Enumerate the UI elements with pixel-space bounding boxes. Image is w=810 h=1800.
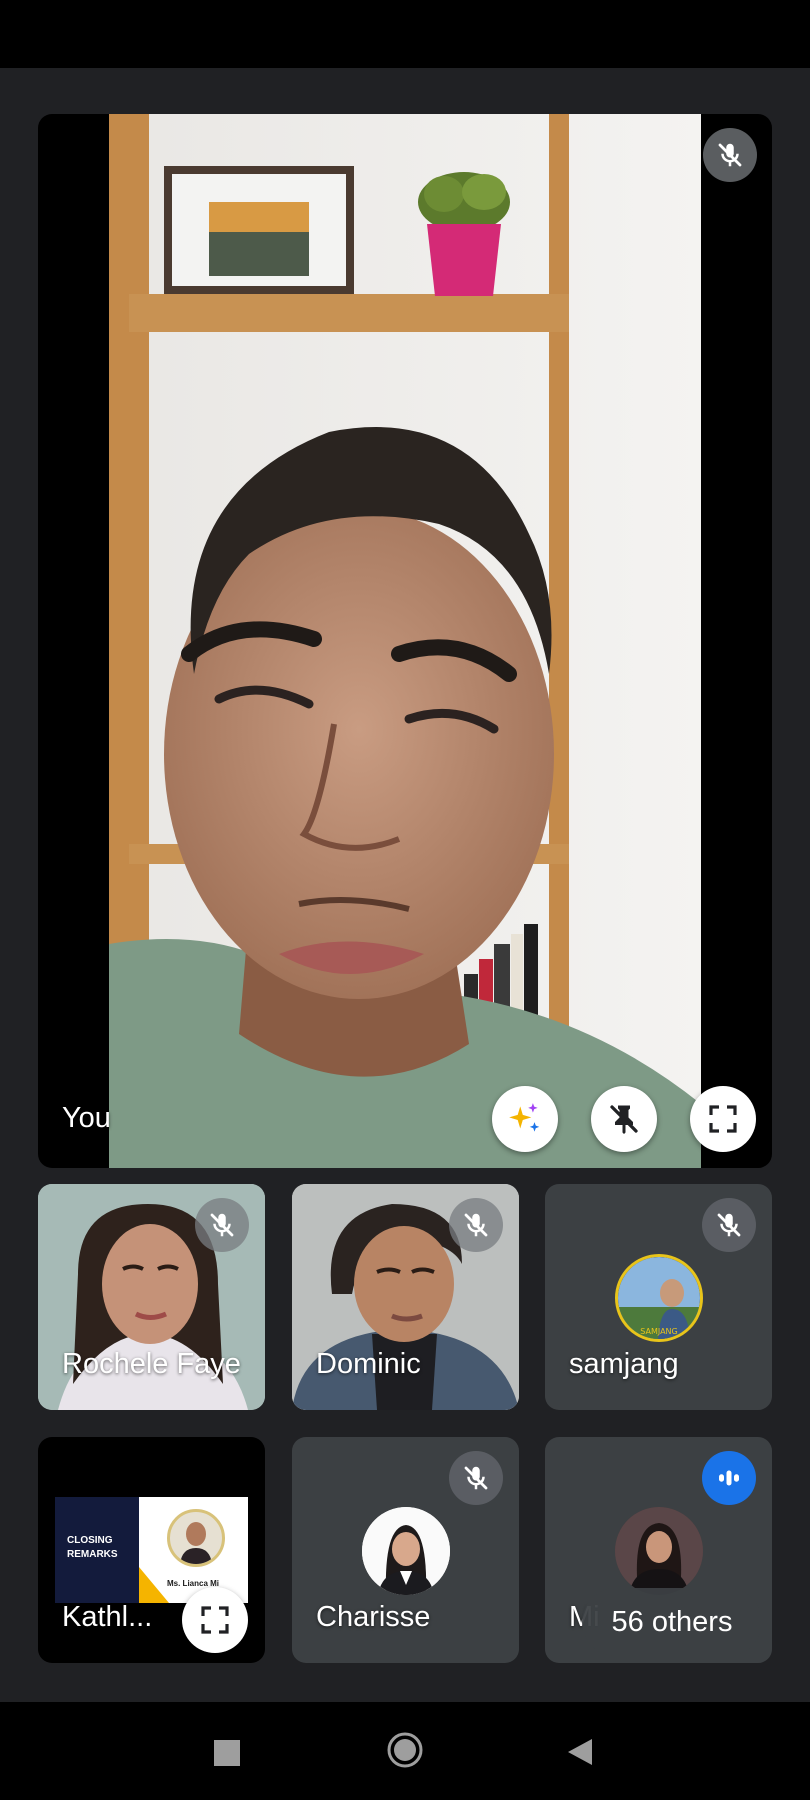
participant-name: Kathl... — [62, 1601, 153, 1633]
mic-off-icon — [464, 1213, 488, 1237]
presentation-fullscreen-button[interactable] — [182, 1587, 248, 1653]
sparkle-effects-icon — [509, 1103, 540, 1132]
participant-mic-off-indicator — [449, 1198, 503, 1252]
visual-effects-button[interactable] — [492, 1086, 558, 1152]
slide-title-panel: CLOSING REMARKS — [55, 1497, 139, 1603]
participant-tile-rochele-faye[interactable]: Rochele Faye — [38, 1184, 265, 1410]
unpin-icon — [610, 1105, 638, 1134]
slide-title-line2: REMARKS — [67, 1549, 118, 1560]
mic-off-icon — [718, 143, 742, 167]
mic-off-icon — [717, 1213, 741, 1237]
participant-tile-samjang[interactable]: SAMJANG samjang — [545, 1184, 772, 1410]
mic-off-icon — [464, 1466, 488, 1490]
unpin-button[interactable] — [591, 1086, 657, 1152]
participant-name: Dominic — [316, 1348, 421, 1380]
fullscreen-icon — [201, 1606, 229, 1634]
avatar — [615, 1507, 703, 1595]
self-video-feed — [109, 114, 701, 1168]
participant-tile-presentation[interactable]: CLOSING REMARKS Ms. Lianca Mi Kathl... — [38, 1437, 265, 1663]
participant-mic-off-indicator — [195, 1198, 249, 1252]
status-bar — [0, 0, 810, 68]
participant-mic-off-indicator — [702, 1198, 756, 1252]
mic-off-icon — [210, 1213, 234, 1237]
avatar — [362, 1507, 450, 1595]
participant-mic-off-indicator — [449, 1451, 503, 1505]
participant-name: Rochele Faye — [62, 1348, 241, 1380]
participant-tile-dominic[interactable]: Dominic — [292, 1184, 519, 1410]
avatar-image — [362, 1507, 450, 1595]
self-mic-off-indicator — [703, 128, 757, 182]
avatar-image — [615, 1507, 703, 1595]
avatar: SAMJANG — [615, 1254, 703, 1342]
others-count-button[interactable]: 56 others — [582, 1588, 762, 1656]
self-video-tile[interactable]: You — [38, 114, 772, 1168]
audio-level-icon — [719, 1470, 739, 1486]
participant-tile-charisse[interactable]: Charisse — [292, 1437, 519, 1663]
fullscreen-button[interactable] — [690, 1086, 756, 1152]
triangle-back-icon[interactable] — [566, 1737, 594, 1767]
system-navigation-bar — [0, 1702, 810, 1800]
participant-name: Charisse — [316, 1601, 431, 1633]
slide-accent — [139, 1567, 169, 1603]
fullscreen-icon — [709, 1105, 737, 1133]
circle-home-icon[interactable] — [386, 1731, 424, 1769]
slide-title-line1: CLOSING — [67, 1535, 113, 1546]
participant-name: samjang — [569, 1348, 679, 1380]
others-count-label: 56 others — [611, 1605, 733, 1638]
self-name-label: You — [62, 1102, 111, 1134]
slide-speaker-photo — [167, 1509, 225, 1567]
avatar-badge-text: SAMJANG — [640, 1327, 678, 1336]
square-recent-apps-icon[interactable] — [214, 1740, 240, 1766]
speaking-indicator — [702, 1451, 756, 1505]
